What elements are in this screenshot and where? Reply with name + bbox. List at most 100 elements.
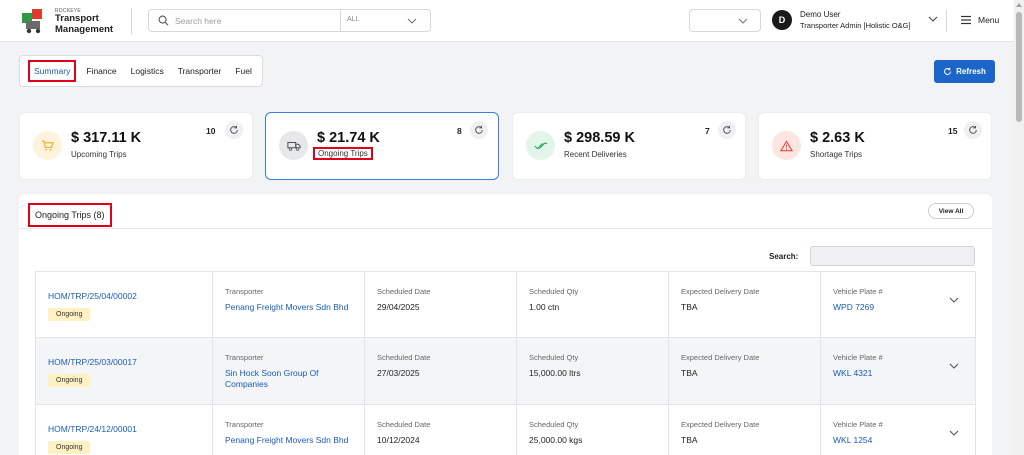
refresh-icon <box>944 67 952 75</box>
refresh-icon[interactable] <box>225 121 243 139</box>
top-bar: ROCKEYE Transport Management ALL D Demo … <box>0 0 1014 42</box>
user-role: Transporter Admin [Holistic O&G] <box>800 21 911 30</box>
trip-id-cell: HOM/TRP/25/04/00002 Ongoing <box>36 272 212 337</box>
truck-icon <box>279 131 308 160</box>
double-check-icon <box>526 131 555 160</box>
vehicle-plate-link[interactable]: WKL 1254 <box>833 435 961 446</box>
tab-finance[interactable]: Finance <box>82 62 120 80</box>
column-label: Vehicle Plate # <box>833 287 883 296</box>
column-label: Expected Delivery Date <box>681 353 760 362</box>
column-label: Scheduled Qty <box>529 287 579 296</box>
trip-id-cell: HOM/TRP/25/03/00017 Ongoing <box>36 338 212 404</box>
column-label: Scheduled Date <box>377 353 431 362</box>
column-label: Vehicle Plate # <box>833 420 883 429</box>
scheduled-qty-cell: Scheduled Qty 25,000.00 kgs <box>516 405 668 455</box>
dashboard-tabs: Summary Finance Logistics Transporter Fu… <box>19 55 263 87</box>
chevron-down-icon[interactable] <box>406 15 418 27</box>
column-label: Scheduled Date <box>377 287 431 296</box>
scheduled-date-cell: Scheduled Date 27/03/2025 <box>364 338 516 404</box>
scheduled-date-cell: Scheduled Date 29/04/2025 <box>364 272 516 337</box>
transporter-link[interactable]: Penang Freight Movers Sdn Bhd <box>225 302 353 313</box>
search-scope-select[interactable]: ALL <box>347 16 359 23</box>
trip-id-link[interactable]: HOM/TRP/24/12/00001 <box>48 424 137 434</box>
refresh-button[interactable]: Refresh <box>934 60 995 83</box>
chevron-down-icon[interactable] <box>927 13 939 25</box>
table-search-input[interactable] <box>810 246 975 266</box>
card-label: Shortage Trips <box>810 150 863 159</box>
search-input[interactable] <box>175 14 335 28</box>
scheduled-date-value: 10/12/2024 <box>377 435 420 445</box>
trip-id-link[interactable]: HOM/TRP/25/04/00002 <box>48 291 137 301</box>
trip-id-link[interactable]: HOM/TRP/25/03/00017 <box>48 357 137 367</box>
chevron-down-icon[interactable] <box>948 360 960 372</box>
card-recent-deliveries[interactable]: $ 298.59 K Recent Deliveries 7 <box>512 112 746 180</box>
menu-button[interactable]: Menu <box>960 15 999 25</box>
hamburger-icon <box>961 15 971 25</box>
transporter-link[interactable]: Penang Freight Movers Sdn Bhd <box>225 435 353 446</box>
card-amount: $ 317.11 K <box>71 130 142 146</box>
column-label: Transporter <box>225 287 264 296</box>
card-label: Recent Deliveries <box>564 150 627 159</box>
chevron-down-icon[interactable] <box>948 294 960 306</box>
tab-summary[interactable]: Summary <box>28 60 77 82</box>
column-label: Scheduled Date <box>377 420 431 429</box>
expected-delivery-value: TBA <box>681 302 698 312</box>
card-label: Upcoming Trips <box>71 150 127 159</box>
table-row[interactable]: HOM/TRP/24/12/00001 Ongoing Transporter … <box>35 405 976 455</box>
refresh-icon[interactable] <box>470 121 488 139</box>
scheduled-qty-value: 25,000.00 kgs <box>529 435 583 445</box>
transporter-cell: Transporter Penang Freight Movers Sdn Bh… <box>212 405 364 455</box>
column-label: Scheduled Qty <box>529 420 579 429</box>
vehicle-plate-link[interactable]: WPD 7269 <box>833 302 961 313</box>
global-search: ALL <box>148 9 431 32</box>
card-upcoming-trips[interactable]: $ 317.11 K Upcoming Trips 10 <box>19 112 253 180</box>
scheduled-date-cell: Scheduled Date 10/12/2024 <box>364 405 516 455</box>
card-amount: $ 2.63 K <box>810 130 865 146</box>
status-badge: Ongoing <box>48 308 91 321</box>
card-ongoing-trips[interactable]: $ 21.74 K Ongoing Trips 8 <box>265 112 499 180</box>
column-label: Scheduled Qty <box>529 353 579 362</box>
card-amount: $ 21.74 K <box>317 130 380 146</box>
card-label: Ongoing Trips <box>313 147 373 160</box>
scheduled-qty-cell: Scheduled Qty 1.00 ctn <box>516 272 668 337</box>
vehicle-plate-cell: Vehicle Plate # WPD 7269 <box>820 272 977 337</box>
card-count: 7 <box>705 126 710 136</box>
column-label: Transporter <box>225 420 264 429</box>
panel-divider <box>19 228 992 229</box>
refresh-icon[interactable] <box>964 121 982 139</box>
page-scrollbar[interactable] <box>1014 0 1024 455</box>
card-count: 8 <box>457 126 462 136</box>
transporter-cell: Transporter Sin Hock Soon Group Of Compa… <box>212 338 364 404</box>
chevron-down-icon[interactable] <box>948 427 960 439</box>
trip-id-cell: HOM/TRP/24/12/00001 Ongoing <box>36 405 212 455</box>
tab-transporter[interactable]: Transporter <box>174 62 226 80</box>
tab-logistics[interactable]: Logistics <box>127 62 168 80</box>
scheduled-qty-value: 15,000.00 ltrs <box>529 368 581 378</box>
trips-table: HOM/TRP/25/04/00002 Ongoing Transporter … <box>35 271 976 455</box>
table-row[interactable]: HOM/TRP/25/04/00002 Ongoing Transporter … <box>35 271 976 338</box>
transporter-link[interactable]: Sin Hock Soon Group Of Companies <box>225 368 353 390</box>
expected-delivery-value: TBA <box>681 368 698 378</box>
tab-fuel[interactable]: Fuel <box>231 62 256 80</box>
warning-icon <box>772 131 801 160</box>
column-label: Expected Delivery Date <box>681 287 760 296</box>
column-label: Expected Delivery Date <box>681 420 760 429</box>
view-all-button[interactable]: View All <box>928 203 974 219</box>
user-name: Demo User <box>800 10 841 19</box>
context-dropdown[interactable] <box>689 9 761 32</box>
scroll-thumb[interactable] <box>1016 12 1022 122</box>
vehicle-plate-link[interactable]: WKL 4321 <box>833 368 961 379</box>
logo-icon[interactable] <box>20 7 48 35</box>
search-icon <box>158 15 169 26</box>
scheduled-date-value: 29/04/2025 <box>377 302 420 312</box>
table-row[interactable]: HOM/TRP/25/03/00017 Ongoing Transporter … <box>35 338 976 405</box>
refresh-icon[interactable] <box>718 121 736 139</box>
expected-delivery-cell: Expected Delivery Date TBA <box>668 272 820 337</box>
transporter-cell: Transporter Penang Freight Movers Sdn Bh… <box>212 272 364 337</box>
header-divider <box>946 10 947 32</box>
scroll-up-arrow[interactable] <box>1016 3 1022 7</box>
expected-delivery-cell: Expected Delivery Date TBA <box>668 338 820 404</box>
cart-icon <box>33 131 62 160</box>
avatar[interactable]: D <box>772 10 792 30</box>
card-shortage-trips[interactable]: $ 2.63 K Shortage Trips 15 <box>758 112 992 180</box>
